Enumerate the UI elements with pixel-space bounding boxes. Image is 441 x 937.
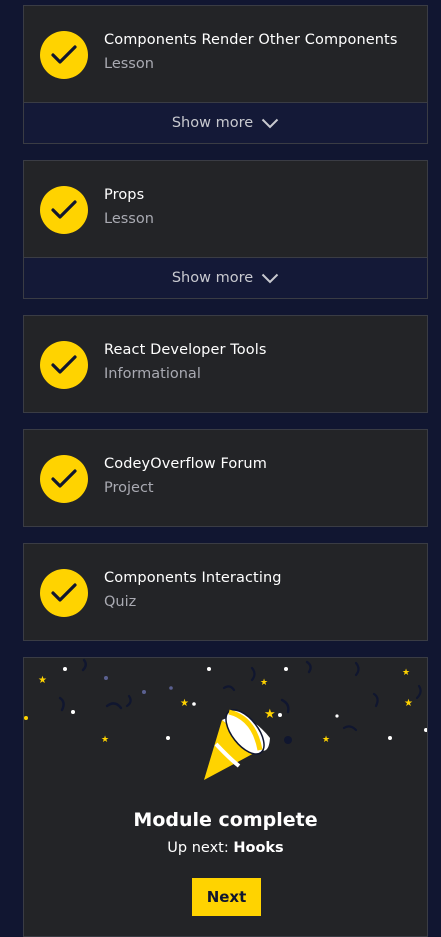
show-more-label: Show more <box>171 270 254 286</box>
show-more-label: Show more <box>171 115 254 131</box>
svg-text:★: ★ <box>402 668 410 678</box>
lesson-card-components-render[interactable]: Components Render Other Components Lesso… <box>23 5 428 144</box>
svg-text:★: ★ <box>101 735 109 745</box>
item-title: Props <box>104 187 145 203</box>
module-complete-card: ★ ★ ★ ★ ★ ★ ★ ★ Module complete Up next: <box>23 657 428 937</box>
checkmark-icon <box>40 186 88 234</box>
svg-text:★: ★ <box>180 698 189 709</box>
up-next-text: Up next: Hooks <box>24 840 427 856</box>
item-title: React Developer Tools <box>104 342 267 358</box>
chevron-down-icon <box>261 118 279 128</box>
module-complete-title: Module complete <box>133 809 318 831</box>
checkmark-icon <box>40 569 88 617</box>
checkmark-icon <box>40 341 88 389</box>
svg-text:★: ★ <box>38 675 47 686</box>
item-title: Components Render Other Components <box>104 32 398 48</box>
chevron-down-icon <box>261 273 279 283</box>
svg-text:★: ★ <box>264 707 276 722</box>
informational-card-react-devtools[interactable]: React Developer Tools Informational <box>23 315 428 413</box>
up-next-module-name: Hooks <box>233 840 284 856</box>
item-title: Components Interacting <box>104 570 282 586</box>
item-title: CodeyOverflow Forum <box>104 456 267 472</box>
svg-text:★: ★ <box>260 678 268 688</box>
svg-text:★: ★ <box>404 698 413 709</box>
checkmark-icon <box>40 455 88 503</box>
project-card-codeyoverflow[interactable]: CodeyOverflow Forum Project <box>23 429 428 527</box>
item-type: Lesson <box>104 211 154 227</box>
item-type: Informational <box>104 366 201 382</box>
checkmark-icon <box>40 31 88 79</box>
item-type: Project <box>104 480 154 496</box>
next-button[interactable]: Next <box>192 878 261 916</box>
svg-text:★: ★ <box>322 735 330 745</box>
lesson-card-props[interactable]: Props Lesson Show more <box>23 160 428 299</box>
item-type: Quiz <box>104 594 137 610</box>
up-next-label: Up next: <box>167 840 229 856</box>
show-more-button[interactable]: Show more <box>24 257 427 298</box>
confetti-decoration: ★ ★ ★ ★ ★ ★ ★ ★ <box>24 658 427 780</box>
party-popper-icon <box>204 709 270 780</box>
quiz-card-components-interacting[interactable]: Components Interacting Quiz <box>23 543 428 641</box>
show-more-button[interactable]: Show more <box>24 102 427 143</box>
item-type: Lesson <box>104 56 154 72</box>
